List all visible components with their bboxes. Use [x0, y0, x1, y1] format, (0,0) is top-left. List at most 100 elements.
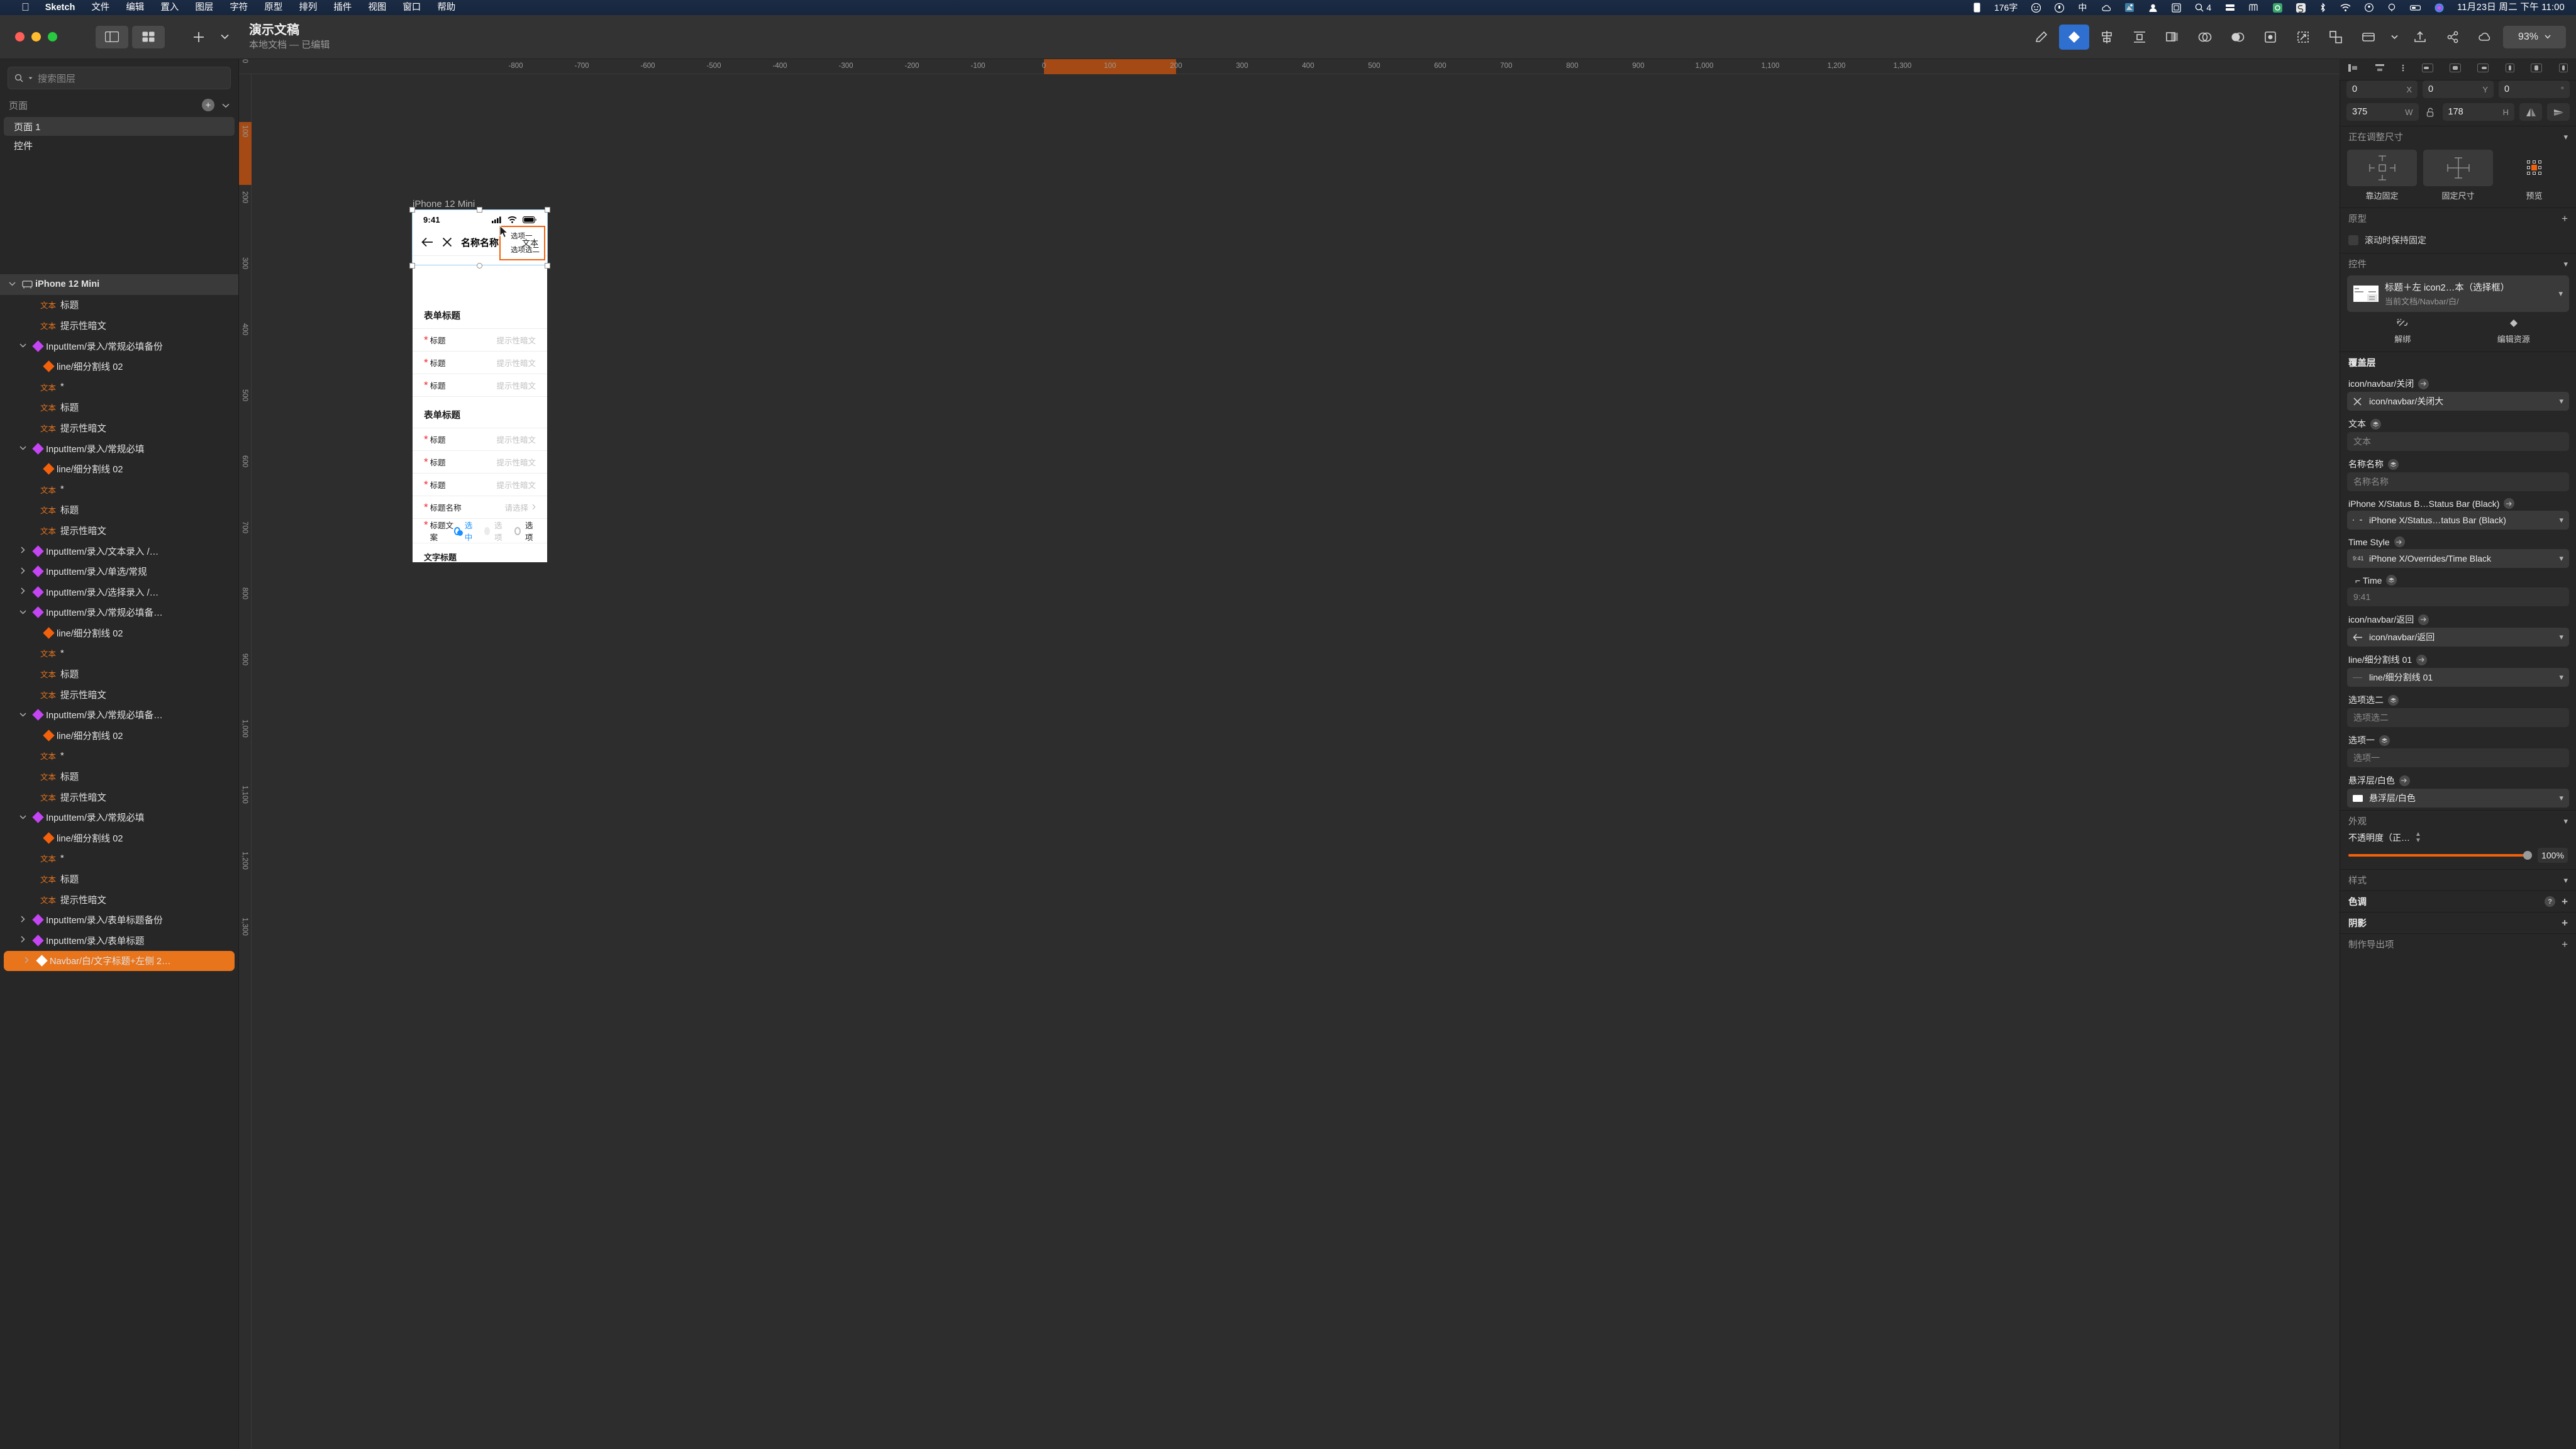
layer-row[interactable]: 文本 标题: [0, 397, 238, 418]
form-row-value[interactable]: 提示性暗文: [496, 379, 536, 391]
wifi-icon[interactable]: [2333, 3, 2358, 12]
override-text-input[interactable]: 选项选二: [2347, 708, 2569, 727]
inspector-tab-align[interactable]: [2348, 64, 2358, 75]
scale-button[interactable]: [2288, 25, 2318, 50]
layer-row[interactable]: InputItem/录入/表单标题: [0, 930, 238, 951]
menu-item-layer[interactable]: 图层: [187, 0, 221, 15]
form-row[interactable]: * 标题 提示性暗文: [413, 474, 547, 496]
goto-source-arrow-icon[interactable]: [2416, 654, 2428, 665]
add-layer-button[interactable]: [184, 25, 214, 50]
rotation-field[interactable]: 0 °: [2499, 80, 2570, 98]
vertical-ruler[interactable]: 0 100 200 300 400 500 600 700 800 900 1,000 1,100 1,…: [239, 59, 252, 1449]
flatten-button[interactable]: [2255, 25, 2285, 50]
mask-tool-button[interactable]: [2157, 25, 2187, 50]
override-select[interactable]: icon/navbar/返回 ▾: [2347, 628, 2569, 647]
edit-source-button[interactable]: 编辑资源: [2458, 318, 2570, 345]
layers-chip-icon[interactable]: [2379, 735, 2390, 746]
x-position-field[interactable]: 0 X: [2346, 80, 2418, 98]
layer-row[interactable]: 文本 *: [0, 746, 238, 767]
chevron-down-icon[interactable]: [16, 445, 30, 452]
component-tool-button[interactable]: [2059, 24, 2089, 50]
layer-row[interactable]: 文本 提示性暗文: [0, 684, 238, 705]
layer-row[interactable]: 文本 提示性暗文: [0, 418, 238, 438]
form-row[interactable]: * 标题名称 请选择: [413, 496, 547, 519]
chevron-down-icon[interactable]: ▾: [2559, 396, 2563, 406]
layer-row[interactable]: InputItem/录入/选择录入 /…: [0, 582, 238, 602]
shadow-section-header[interactable]: 阴影 +: [2340, 912, 2576, 933]
chevron-down-icon[interactable]: [5, 280, 19, 288]
input-method-icon[interactable]: 中: [2071, 0, 2094, 15]
search-icon-2[interactable]: [2380, 3, 2403, 12]
bluetooth-icon[interactable]: [2312, 3, 2333, 13]
flip-horizontal-button[interactable]: [2519, 103, 2542, 121]
group-button[interactable]: [2321, 25, 2351, 50]
selection-handle-bl[interactable]: [409, 263, 415, 269]
add-prototype-link-button[interactable]: +: [2562, 213, 2568, 224]
help-icon[interactable]: ?: [2545, 896, 2556, 907]
word-count-status[interactable]: 176字: [1987, 0, 2024, 15]
tint-section-header[interactable]: 色调 ? +: [2340, 891, 2576, 912]
chevron-down-icon[interactable]: ▾: [2563, 259, 2568, 269]
navbar-right-text-button[interactable]: 文本: [522, 236, 538, 248]
emoji-icon[interactable]: [2024, 3, 2048, 13]
goto-source-arrow-icon[interactable]: [2418, 378, 2429, 389]
spotlight-search-icon[interactable]: 4: [2188, 0, 2218, 15]
close-x-icon[interactable]: [442, 237, 452, 247]
goto-source-arrow-icon[interactable]: [2418, 614, 2429, 625]
layer-row[interactable]: 文本 标题: [0, 869, 238, 889]
form-row-value[interactable]: 提示性暗文: [496, 334, 536, 346]
menu-item-prototype[interactable]: 原型: [256, 0, 291, 15]
form-row[interactable]: * 标题文案 选中 选项 选项: [413, 519, 547, 543]
boolean-subtract-button[interactable]: [2223, 25, 2253, 50]
override-text-input[interactable]: 名称名称: [2347, 472, 2569, 491]
back-arrow-icon[interactable]: [421, 237, 433, 247]
selection-handle-br[interactable]: [545, 263, 550, 269]
distribute-tool-button[interactable]: [2124, 25, 2155, 50]
chevron-down-icon[interactable]: [16, 609, 30, 616]
export-button[interactable]: [2405, 25, 2435, 50]
location-icon[interactable]: [2358, 3, 2380, 12]
chevron-down-icon[interactable]: [16, 711, 30, 719]
add-shadow-button[interactable]: +: [2562, 918, 2568, 928]
radio-option[interactable]: 选项: [514, 519, 536, 543]
chevron-right-icon[interactable]: [16, 547, 30, 555]
inspector-tab-left[interactable]: [2421, 64, 2433, 75]
align-tool-button[interactable]: [2092, 25, 2122, 50]
layer-row[interactable]: 文本 标题: [0, 500, 238, 521]
layer-row[interactable]: InputItem/录入/常规必填: [0, 807, 238, 828]
override-select[interactable]: icon/navbar/关闭大 ▾: [2347, 392, 2569, 411]
form-row-value[interactable]: 请选择: [504, 501, 536, 513]
resize-preview[interactable]: 预览: [2499, 150, 2569, 201]
menu-item-window[interactable]: 窗口: [394, 0, 429, 15]
layer-row[interactable]: InputItem/录入/常规必填备份: [0, 336, 238, 357]
fix-scroll-row[interactable]: 滚动时保持固定: [2340, 229, 2576, 253]
canvas-area[interactable]: -800 -700 -600 -500 -400 -300 -200 -100 0 100 200 3…: [239, 59, 2340, 1449]
export-section-header[interactable]: 制作导出项 +: [2340, 933, 2576, 955]
share-button[interactable]: [2438, 25, 2468, 50]
inspector-tab-distribute[interactable]: [2375, 64, 2385, 75]
add-tint-button[interactable]: +: [2562, 896, 2568, 907]
inspector-tab-bottom[interactable]: [2558, 64, 2568, 75]
form-row-value[interactable]: 提示性暗文: [496, 456, 536, 468]
toggle-grid-view-button[interactable]: [132, 25, 165, 48]
page-item-widgets[interactable]: 控件: [4, 136, 235, 155]
inspector-tab-more[interactable]: [2401, 64, 2405, 75]
layer-row[interactable]: iPhone 12 Mini: [0, 274, 238, 295]
radio-option[interactable]: 选项: [484, 519, 506, 543]
layer-row[interactable]: 文本 提示性暗文: [0, 889, 238, 910]
layer-row[interactable]: line/细分割线 02: [0, 828, 238, 848]
chevron-down-icon[interactable]: ▾: [2559, 793, 2563, 803]
override-text-input[interactable]: 选项一: [2347, 748, 2569, 767]
siri-icon[interactable]: [2428, 3, 2451, 13]
app-status-icon[interactable]: [2118, 3, 2141, 13]
layer-row[interactable]: 文本 *: [0, 643, 238, 664]
menu-item-help[interactable]: 帮助: [429, 0, 464, 15]
chevron-down-icon[interactable]: [16, 342, 30, 350]
microphone-icon[interactable]: [2048, 3, 2071, 13]
toggle-sidebar-button[interactable]: [96, 25, 128, 48]
menu-item-arrange[interactable]: 排列: [291, 0, 325, 15]
fix-scroll-checkbox[interactable]: [2348, 235, 2358, 245]
chevron-right-icon[interactable]: [16, 567, 30, 576]
boolean-union-button[interactable]: [2190, 25, 2220, 50]
chevron-right-icon[interactable]: [19, 957, 33, 965]
